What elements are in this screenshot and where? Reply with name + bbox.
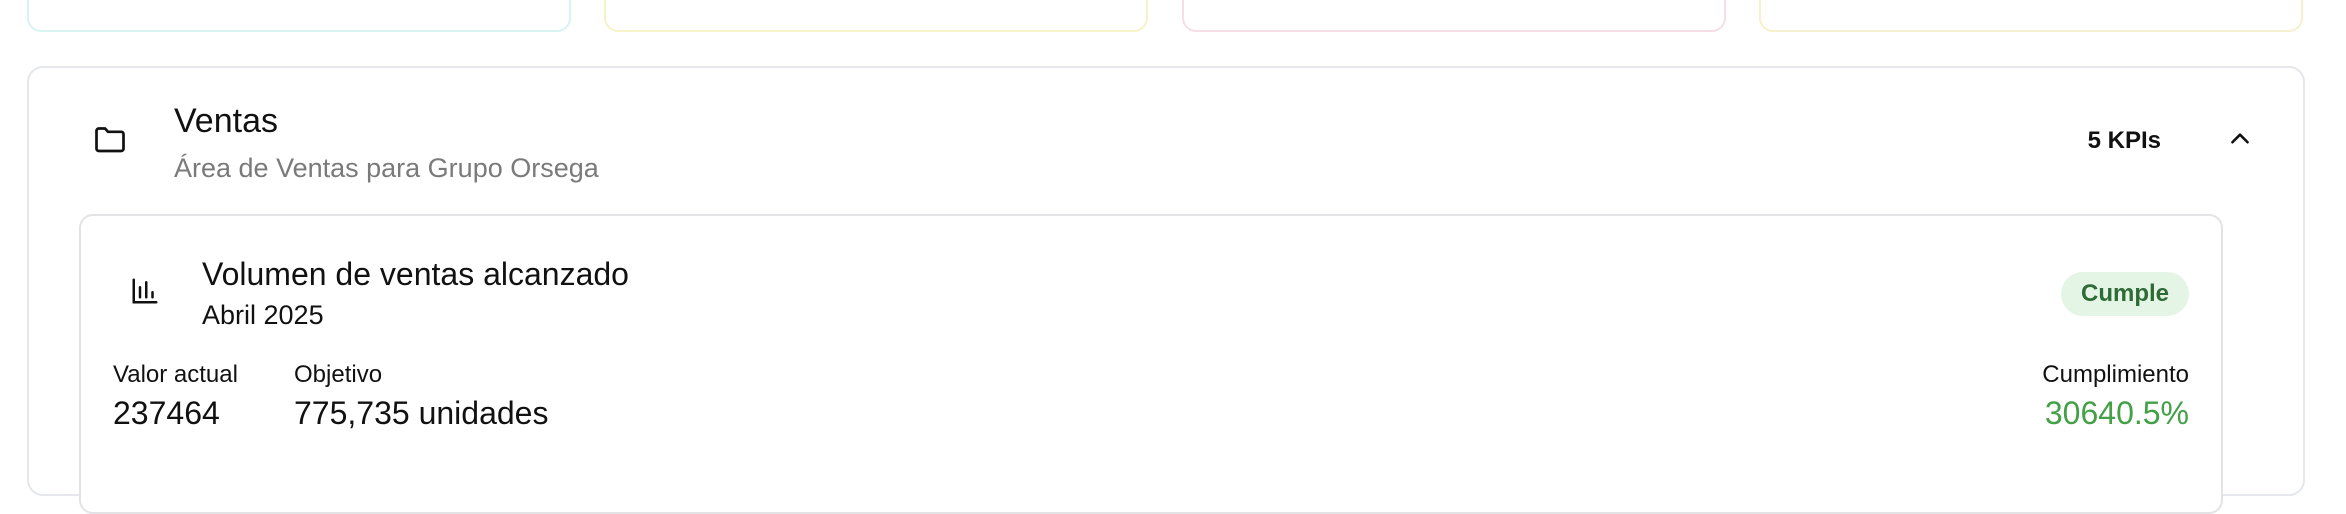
folder-icon <box>92 121 128 157</box>
summary-cards-row <box>0 0 2346 36</box>
kpi-title: Volumen de ventas alcanzado <box>202 256 629 292</box>
kpi-period: Abril 2025 <box>202 300 324 330</box>
summary-card <box>604 0 1148 32</box>
target-value-label: Objetivo <box>294 361 383 388</box>
actual-value-label: Valor actual <box>113 361 238 388</box>
kpi-card[interactable]: Volumen de ventas alcanzado Abril 2025 C… <box>79 214 2223 514</box>
area-header[interactable]: Ventas Área de Ventas para Grupo Orsega … <box>29 68 2303 208</box>
target-value: 775,735 unidades <box>294 395 549 431</box>
bar-chart-icon <box>130 276 160 306</box>
area-section-ventas: Ventas Área de Ventas para Grupo Orsega … <box>27 66 2305 514</box>
collapse-button[interactable] <box>2221 120 2259 158</box>
area-title: Ventas <box>174 102 278 140</box>
area-subtitle: Área de Ventas para Grupo Orsega <box>174 153 599 183</box>
summary-card <box>1759 0 2303 32</box>
kpi-count-badge: 5 KPIs <box>2087 127 2161 154</box>
status-badge: Cumple <box>2060 272 2189 316</box>
compliance-value: 30640.5% <box>2044 395 2189 431</box>
compliance-label: Cumplimiento <box>2042 361 2189 388</box>
actual-value: 237464 <box>113 395 220 431</box>
summary-card <box>27 0 571 32</box>
chevron-up-icon <box>2231 133 2249 144</box>
summary-card <box>1182 0 1726 32</box>
